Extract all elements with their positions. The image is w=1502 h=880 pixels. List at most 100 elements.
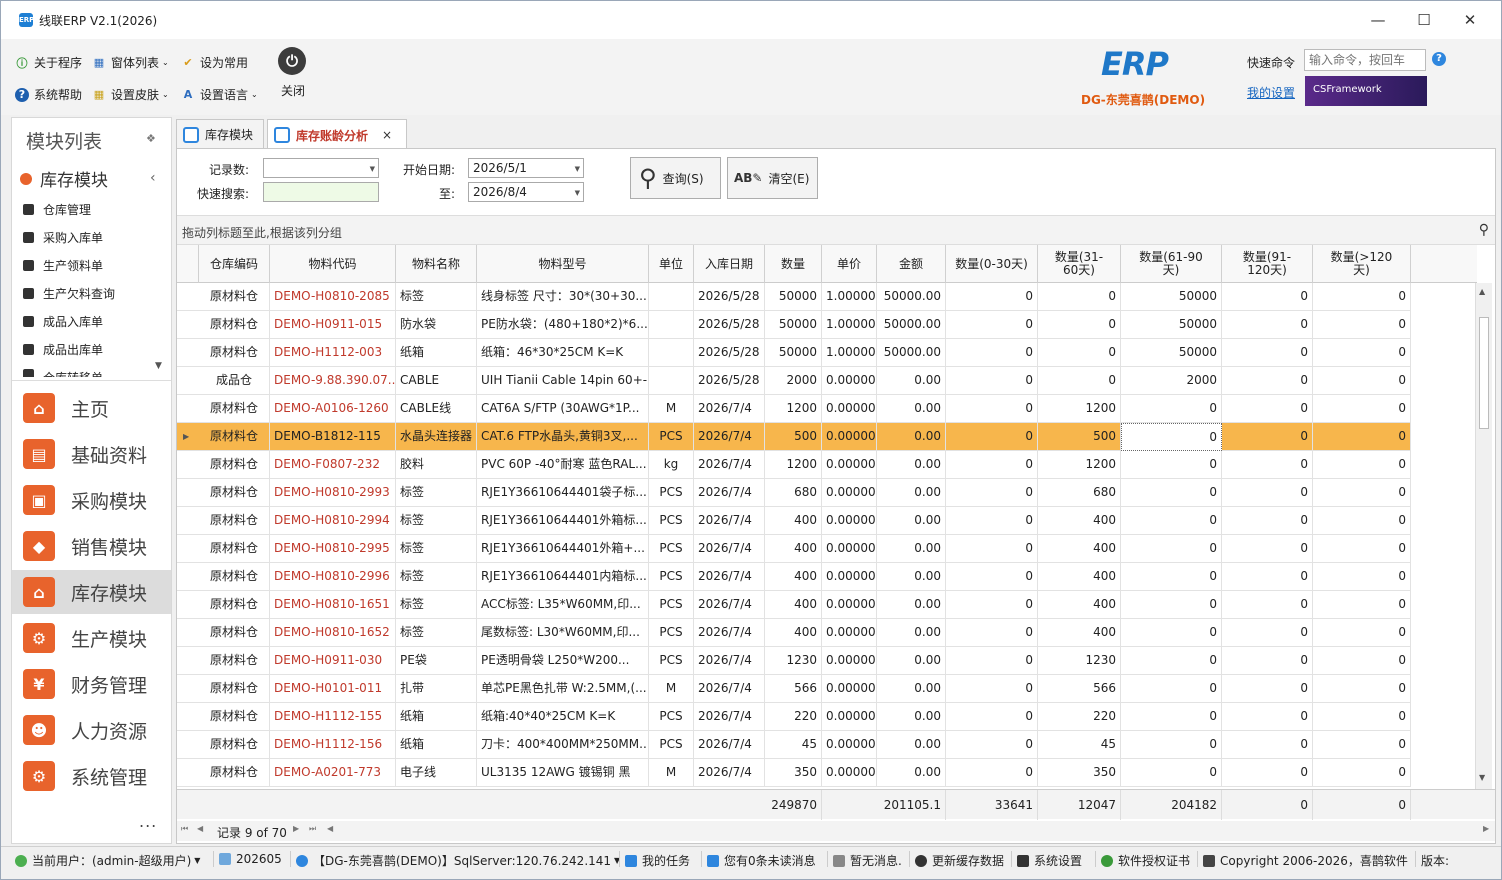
- cell-warehouse-code[interactable]: 原材料仓: [199, 283, 270, 311]
- cell-unit[interactable]: PCS: [649, 423, 694, 451]
- cell-qty[interactable]: 500: [765, 423, 822, 451]
- cell-in-date[interactable]: 2026/7/4: [694, 675, 765, 703]
- cell-warehouse-code[interactable]: 原材料仓: [199, 339, 270, 367]
- cell-in-date[interactable]: 2026/7/4: [694, 619, 765, 647]
- cell-material-name[interactable]: 标签: [396, 619, 477, 647]
- cell-amount[interactable]: 0.00: [877, 395, 946, 423]
- search-icon[interactable]: ⚲: [1479, 222, 1489, 238]
- cell-unit[interactable]: M: [649, 395, 694, 423]
- cell-unit-price[interactable]: 0.00000: [822, 535, 877, 563]
- nav-sales[interactable]: ◆ 销售模块: [12, 524, 171, 568]
- cell-material-model[interactable]: 刀卡：400*400MM*250MM...: [477, 731, 649, 759]
- cell-qty-61-90[interactable]: 0: [1121, 423, 1222, 451]
- cell-unit-price[interactable]: 0.00000: [822, 395, 877, 423]
- cell-qty-31-60[interactable]: 0: [1038, 367, 1121, 395]
- cell-material-code[interactable]: DEMO-H1112-156: [270, 731, 396, 759]
- power-icon[interactable]: ⏻: [278, 47, 306, 75]
- quick-command-input[interactable]: [1304, 49, 1426, 71]
- cell-in-date[interactable]: 2026/7/4: [694, 395, 765, 423]
- cell-qty-91-120[interactable]: 0: [1222, 423, 1313, 451]
- cell-qty-31-60[interactable]: 500: [1038, 423, 1121, 451]
- sidebar-item-purchase-in[interactable]: 采购入库单: [23, 229, 103, 246]
- column-header-qty[interactable]: 数量: [765, 245, 822, 283]
- cell-qty-91-120[interactable]: 0: [1222, 619, 1313, 647]
- cell-qty-61-90[interactable]: 2000: [1121, 367, 1222, 395]
- clear-button[interactable]: AB✎ 清空(E): [727, 157, 818, 199]
- cell-qty-0-30[interactable]: 0: [946, 759, 1038, 787]
- cell-unit[interactable]: M: [649, 759, 694, 787]
- cell-unit-price[interactable]: 0.00000: [822, 563, 877, 591]
- cell-material-model[interactable]: CAT6A S/FTP (30AWG*1P...: [477, 395, 649, 423]
- cell-warehouse-code[interactable]: 原材料仓: [199, 395, 270, 423]
- tab-aging-analysis[interactable]: 库存账龄分析 ×: [267, 119, 407, 150]
- cell-material-name[interactable]: 扎带: [396, 675, 477, 703]
- query-button[interactable]: ⚲ 查询(S): [630, 157, 721, 199]
- cell-qty-over-120[interactable]: 0: [1313, 367, 1411, 395]
- next-record-icon[interactable]: ▶: [293, 824, 299, 833]
- cell-material-model[interactable]: RJE1Y36610644401外箱+...: [477, 535, 649, 563]
- cell-qty-61-90[interactable]: 0: [1121, 591, 1222, 619]
- cell-unit-price[interactable]: 0.00000: [822, 619, 877, 647]
- cell-qty-91-120[interactable]: 0: [1222, 759, 1313, 787]
- sidebar-item-production-pick[interactable]: 生产领料单: [23, 257, 103, 274]
- cell-material-model[interactable]: 纸箱：46*30*25CM K=K: [477, 339, 649, 367]
- cell-qty[interactable]: 50000: [765, 283, 822, 311]
- cell-qty-0-30[interactable]: 0: [946, 563, 1038, 591]
- cell-material-model[interactable]: UIH Tianii Cable 14pin 60+-5...: [477, 367, 649, 395]
- cell-qty-31-60[interactable]: 400: [1038, 591, 1121, 619]
- cell-warehouse-code[interactable]: 原材料仓: [199, 675, 270, 703]
- cell-amount[interactable]: 0.00: [877, 731, 946, 759]
- cell-qty[interactable]: 1200: [765, 451, 822, 479]
- cell-qty-0-30[interactable]: 0: [946, 423, 1038, 451]
- cell-qty[interactable]: 400: [765, 563, 822, 591]
- cell-in-date[interactable]: 2026/7/4: [694, 647, 765, 675]
- column-header-in-date[interactable]: 入库日期: [694, 245, 765, 283]
- cell-qty-over-120[interactable]: 0: [1313, 451, 1411, 479]
- cell-qty-31-60[interactable]: 1200: [1038, 395, 1121, 423]
- cell-in-date[interactable]: 2026/7/4: [694, 731, 765, 759]
- cell-qty-0-30[interactable]: 0: [946, 591, 1038, 619]
- csframework-banner[interactable]: CSFramework: [1305, 76, 1427, 106]
- cell-qty-31-60[interactable]: 400: [1038, 507, 1121, 535]
- cell-qty-0-30[interactable]: 0: [946, 311, 1038, 339]
- cell-qty-over-120[interactable]: 0: [1313, 591, 1411, 619]
- cell-amount[interactable]: 0.00: [877, 479, 946, 507]
- cell-material-name[interactable]: 标签: [396, 563, 477, 591]
- cell-material-model[interactable]: 单芯PE黑色扎带 W:2.5MM,(...: [477, 675, 649, 703]
- nav-finance[interactable]: ¥ 财务管理: [12, 662, 171, 706]
- cell-qty-91-120[interactable]: 0: [1222, 479, 1313, 507]
- sidebar-item-product-in[interactable]: 成品入库单: [23, 313, 103, 330]
- cell-in-date[interactable]: 2026/7/4: [694, 759, 765, 787]
- status-user[interactable]: 当前用户：(admin-超级用户) ▼: [15, 852, 200, 869]
- cell-material-name[interactable]: 标签: [396, 479, 477, 507]
- cell-qty-over-120[interactable]: 0: [1313, 619, 1411, 647]
- cell-qty-over-120[interactable]: 0: [1313, 507, 1411, 535]
- cell-material-name[interactable]: CABLE线: [396, 395, 477, 423]
- nav-home[interactable]: ⌂ 主页: [12, 386, 171, 430]
- cell-qty-31-60[interactable]: 400: [1038, 563, 1121, 591]
- cell-qty[interactable]: 680: [765, 479, 822, 507]
- cell-qty[interactable]: 400: [765, 591, 822, 619]
- cell-qty-0-30[interactable]: 0: [946, 283, 1038, 311]
- h-scroll-left-icon[interactable]: ◀: [327, 824, 333, 833]
- table-row[interactable]: 原材料仓 DEMO-H0101-011 扎带 单芯PE黑色扎带 W:2.5MM,(..…: [177, 675, 1411, 703]
- cell-qty[interactable]: 50000: [765, 311, 822, 339]
- cell-unit-price[interactable]: 0.00000: [822, 675, 877, 703]
- cell-qty-0-30[interactable]: 0: [946, 647, 1038, 675]
- column-header-qty-0-30[interactable]: 数量(0-30天): [946, 245, 1038, 283]
- sidebar-item-shortage-query[interactable]: 生产欠料查询: [23, 285, 115, 302]
- cell-unit-price[interactable]: 0.00000: [822, 647, 877, 675]
- cell-amount[interactable]: 0.00: [877, 451, 946, 479]
- cell-qty-61-90[interactable]: 50000: [1121, 339, 1222, 367]
- table-row[interactable]: 成品仓 DEMO-9.88.390.07... CABLE UIH Tianii Ca…: [177, 367, 1411, 395]
- cell-amount[interactable]: 0.00: [877, 675, 946, 703]
- cell-warehouse-code[interactable]: 原材料仓: [199, 479, 270, 507]
- cell-material-model[interactable]: CAT.6 FTP水晶头,黄铜3叉,...: [477, 423, 649, 451]
- column-header-unit-price[interactable]: 单价: [822, 245, 877, 283]
- record-count-select[interactable]: ▼: [263, 158, 379, 178]
- cell-qty-91-120[interactable]: 0: [1222, 311, 1313, 339]
- cell-unit[interactable]: PCS: [649, 647, 694, 675]
- table-row[interactable]: 原材料仓 DEMO-H1112-156 纸箱 刀卡：400*400MM*250MM..…: [177, 731, 1411, 759]
- table-row[interactable]: 原材料仓 DEMO-H0911-015 防水袋 PE防水袋：(480+180*2)*6…: [177, 311, 1411, 339]
- status-refresh-cache[interactable]: 更新缓存数据: [909, 851, 1004, 869]
